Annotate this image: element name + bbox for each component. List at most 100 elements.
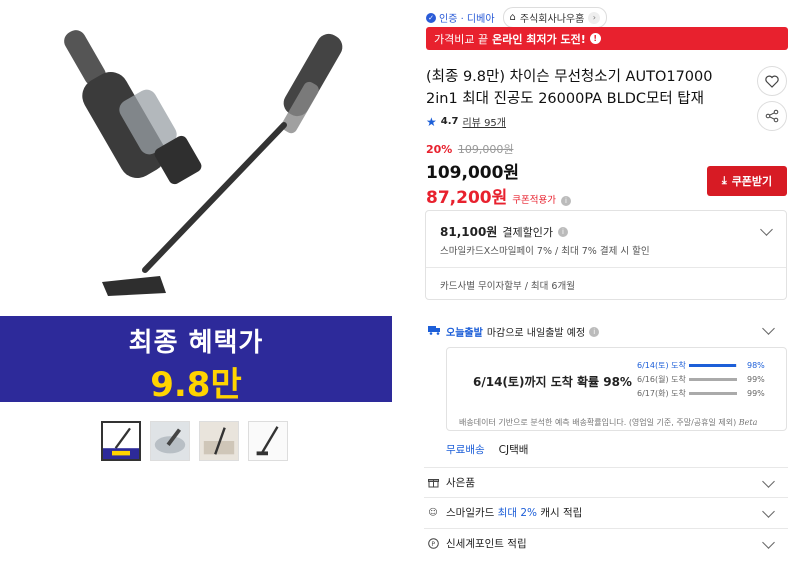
shipping-headline: 마감으로 내일출발 예정 — [486, 328, 586, 339]
shipping-options: 무료배송 CJ택배 — [446, 442, 528, 457]
gift-label: 사은품 — [446, 477, 475, 489]
info-icon[interactable]: i — [560, 196, 571, 206]
probability-date: 6/14(토) 도착 — [637, 361, 686, 370]
store-name: 주식회사나우홈 — [519, 14, 585, 25]
original-price: 109,000원 — [457, 143, 514, 156]
product-info-panel: ✓ 인증 · 디베아 ⌂ 주식회사나우홈 › 가격비교 끝 온라인 최저가 도전… — [424, 0, 788, 562]
handheld-vacuum — [64, 30, 202, 185]
alert-highlight: 온라인 최저가 도전! — [492, 32, 586, 46]
probability-row: 6/14(토) 도착 98% — [637, 360, 765, 371]
coupon-button-label: 쿠폰받기 — [731, 175, 773, 188]
probability-bar — [689, 378, 737, 381]
chevron-down-icon[interactable] — [762, 536, 775, 549]
installment-info: 카드사별 무이자할부 / 최대 6개월 — [440, 281, 575, 292]
promo-banner-price: 9.8만 — [150, 365, 242, 405]
rating-value: 4.7 — [440, 116, 459, 127]
review-count-link[interactable]: 리뷰 95개 — [462, 114, 506, 129]
product-main-image[interactable] — [0, 0, 392, 316]
chevron-down-icon[interactable] — [760, 223, 773, 236]
vacuum-thumbnail-icon — [103, 423, 139, 459]
stick-thumbnail-icon — [249, 422, 287, 460]
vacuum-illustration — [64, 30, 343, 296]
room-thumbnail-icon — [200, 422, 238, 460]
probability-row: 6/17(화) 도착 99% — [637, 388, 765, 399]
probability-fill — [689, 378, 737, 381]
shinsegae-point-row[interactable]: P 신세계포인트 적립 — [424, 528, 788, 558]
thumbnail-strip — [101, 421, 288, 461]
smile-card-row[interactable]: ☺ 스마일카드 최대 2% 캐시 적립 — [424, 497, 788, 527]
shinsegae-point-label: 신세계포인트 적립 — [446, 538, 527, 550]
shipping-header[interactable]: 오늘출발 마감으로 내일출발 예정 i — [428, 324, 600, 339]
gift-row[interactable]: 사은품 — [424, 467, 788, 497]
thumbnail-3[interactable] — [199, 421, 239, 461]
certification-label: 인증 · 디베아 — [439, 14, 495, 25]
probability-fill — [689, 364, 737, 367]
seller-row: ✓ 인증 · 디베아 ⌂ 주식회사나우홈 › — [426, 7, 608, 28]
free-shipping-label: 무료배송 — [446, 444, 485, 456]
promo-banner-title: 최종 혜택가 — [128, 328, 264, 358]
sale-price: 109,000원 — [426, 163, 520, 183]
download-icon: ⤓ — [721, 174, 727, 187]
thumbnail-2[interactable] — [150, 421, 190, 461]
probability-percent: 98% — [747, 361, 765, 370]
truck-icon — [428, 325, 442, 338]
alert-prefix: 가격비교 끝 — [434, 32, 489, 46]
price-block: 20% 109,000원 109,000원 87,200원 쿠폰적용가 i — [426, 141, 571, 208]
home-icon: ⌂ — [509, 12, 516, 23]
get-coupon-button[interactable]: ⤓ 쿠폰받기 — [707, 166, 787, 196]
shipping-note-text: 배송데이터 기반으로 분석한 예측 배송확률입니다. (영업일 기준, 주말/공… — [459, 418, 737, 427]
share-icon — [765, 109, 779, 123]
promo-banner[interactable]: 최종 혜택가 9.8만 — [0, 316, 392, 405]
coupon-price-row: 87,200원 쿠폰적용가 i — [426, 183, 571, 208]
probability-fill — [689, 392, 737, 395]
rating-row: ★ 4.7 리뷰 95개 — [426, 114, 506, 130]
chevron-down-icon[interactable] — [762, 505, 775, 518]
card-discount-head: 81,100원 결제할인가 i — [440, 223, 568, 240]
coupon-note: 쿠폰적용가 — [512, 195, 556, 206]
star-icon: ★ — [426, 114, 437, 129]
heart-icon — [765, 75, 779, 88]
point-icon: P — [427, 538, 439, 550]
thumbnail-1[interactable] — [101, 421, 141, 461]
smile-card-suffix: 캐시 적립 — [540, 507, 583, 519]
product-gallery: 최종 혜택가 9.8만 — [0, 0, 392, 562]
beta-label: Beta — [738, 418, 758, 427]
discount-percent: 20% — [426, 143, 453, 156]
info-icon[interactable]: i — [589, 326, 600, 337]
svg-text:P: P — [431, 541, 435, 548]
delivery-probability-main: 6/14(토)까지 도착 확률 98% — [473, 375, 632, 389]
card-discount-amount: 81,100원 — [440, 225, 498, 239]
coupon-price: 87,200원 — [426, 188, 508, 208]
card-discount-detail: 스마일카드X스마일페이 7% / 최대 7% 결제 시 할인 — [440, 246, 650, 257]
share-button[interactable] — [757, 101, 787, 131]
smile-card-prefix: 스마일카드 — [446, 507, 495, 519]
hand-use-thumbnail-icon — [151, 422, 189, 460]
product-title: (최종 9.8만) 차이슨 무선청소기 AUTO17000 2in1 최대 진공… — [426, 69, 713, 107]
carrier-label: CJ택배 — [498, 444, 529, 456]
divider — [426, 267, 786, 268]
chevron-down-icon[interactable] — [762, 322, 775, 335]
shipping-note: 배송데이터 기반으로 분석한 예측 배송확률입니다. (영업일 기준, 주말/공… — [459, 417, 757, 428]
thumbnail-4[interactable] — [248, 421, 288, 461]
store-link[interactable]: ⌂ 주식회사나우홈 › — [502, 7, 608, 28]
smile-icon: ☺ — [428, 507, 438, 518]
probability-percent: 99% — [747, 389, 765, 398]
probability-date: 6/17(화) 도착 — [637, 389, 686, 398]
card-discount-label: 결제할인가 — [502, 225, 553, 239]
discount-row: 20% 109,000원 — [426, 141, 571, 157]
wishlist-button[interactable] — [757, 66, 787, 96]
probability-row: 6/16(월) 도착 99% — [637, 374, 765, 385]
smile-card-rate: 최대 2% — [497, 507, 537, 519]
today-shipping-badge: 오늘출발 — [446, 328, 483, 339]
lowest-price-alert[interactable]: 가격비교 끝 온라인 최저가 도전! ! — [426, 27, 788, 50]
probability-bar — [689, 364, 737, 367]
probability-percent: 99% — [747, 375, 765, 384]
info-icon: ! — [589, 33, 601, 44]
certification-badge[interactable]: ✓ 인증 · 디베아 — [426, 10, 495, 25]
card-discount-box[interactable]: 81,100원 결제할인가 i 스마일카드X스마일페이 7% / 최대 7% 결… — [425, 210, 787, 300]
delivery-probability-box: 6/14(토)까지 도착 확률 98% 6/14(토) 도착 98% 6/16(… — [446, 347, 787, 431]
info-icon[interactable]: i — [557, 226, 568, 237]
chevron-down-icon[interactable] — [762, 475, 775, 488]
chevron-right-icon: › — [588, 11, 601, 24]
probability-date: 6/16(월) 도착 — [637, 375, 686, 384]
